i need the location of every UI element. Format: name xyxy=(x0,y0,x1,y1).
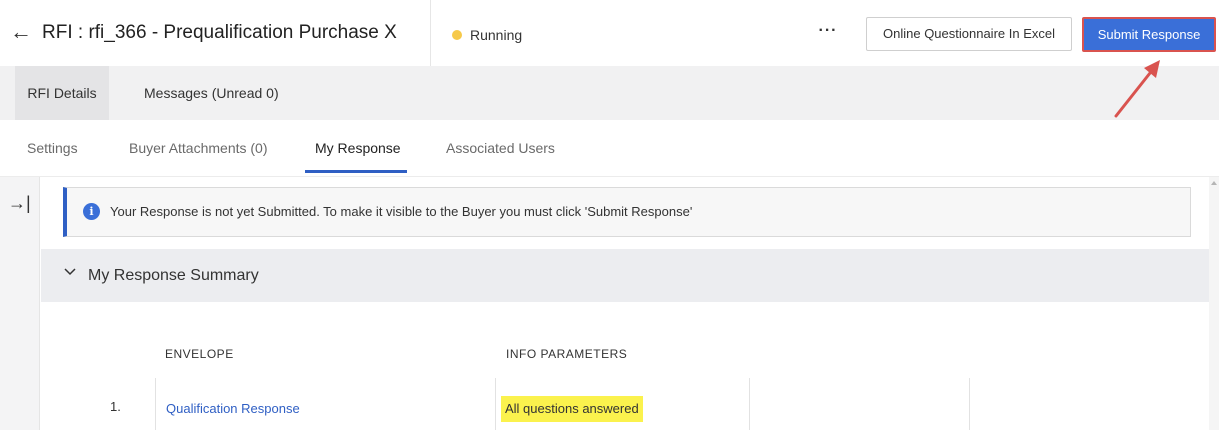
chevron-down-icon[interactable] xyxy=(63,265,77,279)
envelope-link[interactable]: Qualification Response xyxy=(166,401,300,417)
more-options-button[interactable]: ··· xyxy=(813,22,843,46)
info-banner-text: Your Response is not yet Submitted. To m… xyxy=(110,204,693,219)
header-divider xyxy=(430,0,431,66)
online-questionnaire-excel-button[interactable]: Online Questionnaire In Excel xyxy=(866,17,1072,51)
left-rail xyxy=(0,177,40,430)
column-header-envelope: ENVELOPE xyxy=(165,347,234,361)
tab-settings[interactable]: Settings xyxy=(27,138,78,158)
status-badge: Running xyxy=(470,27,523,43)
back-arrow-icon[interactable]: ← xyxy=(10,20,32,44)
info-icon: i xyxy=(83,203,100,220)
column-divider xyxy=(969,378,970,430)
tab-buyer-attachments[interactable]: Buyer Attachments (0) xyxy=(129,138,268,158)
row-index: 1. xyxy=(110,399,121,414)
scrollbar[interactable] xyxy=(1209,177,1219,430)
expand-panel-icon[interactable]: →| xyxy=(8,193,31,214)
summary-title[interactable]: My Response Summary xyxy=(88,266,259,286)
active-tab-indicator xyxy=(305,170,407,173)
status-dot-icon xyxy=(452,30,462,40)
tab-my-response[interactable]: My Response xyxy=(315,138,401,158)
tab-messages[interactable]: Messages (Unread 0) xyxy=(144,66,279,120)
column-divider xyxy=(155,378,156,430)
column-header-info-parameters: INFO PARAMETERS xyxy=(506,347,628,361)
scroll-up-icon[interactable] xyxy=(1211,181,1217,185)
page-title: RFI : rfi_366 - Prequalification Purchas… xyxy=(42,22,397,43)
tab-rfi-details[interactable]: RFI Details xyxy=(15,66,109,120)
submit-response-button[interactable]: Submit Response xyxy=(1082,17,1216,52)
info-parameters-value: All questions answered xyxy=(501,396,643,422)
column-divider xyxy=(495,378,496,430)
column-divider xyxy=(749,378,750,430)
tab-associated-users[interactable]: Associated Users xyxy=(446,138,555,158)
annotation-arrow-icon xyxy=(1114,60,1160,118)
